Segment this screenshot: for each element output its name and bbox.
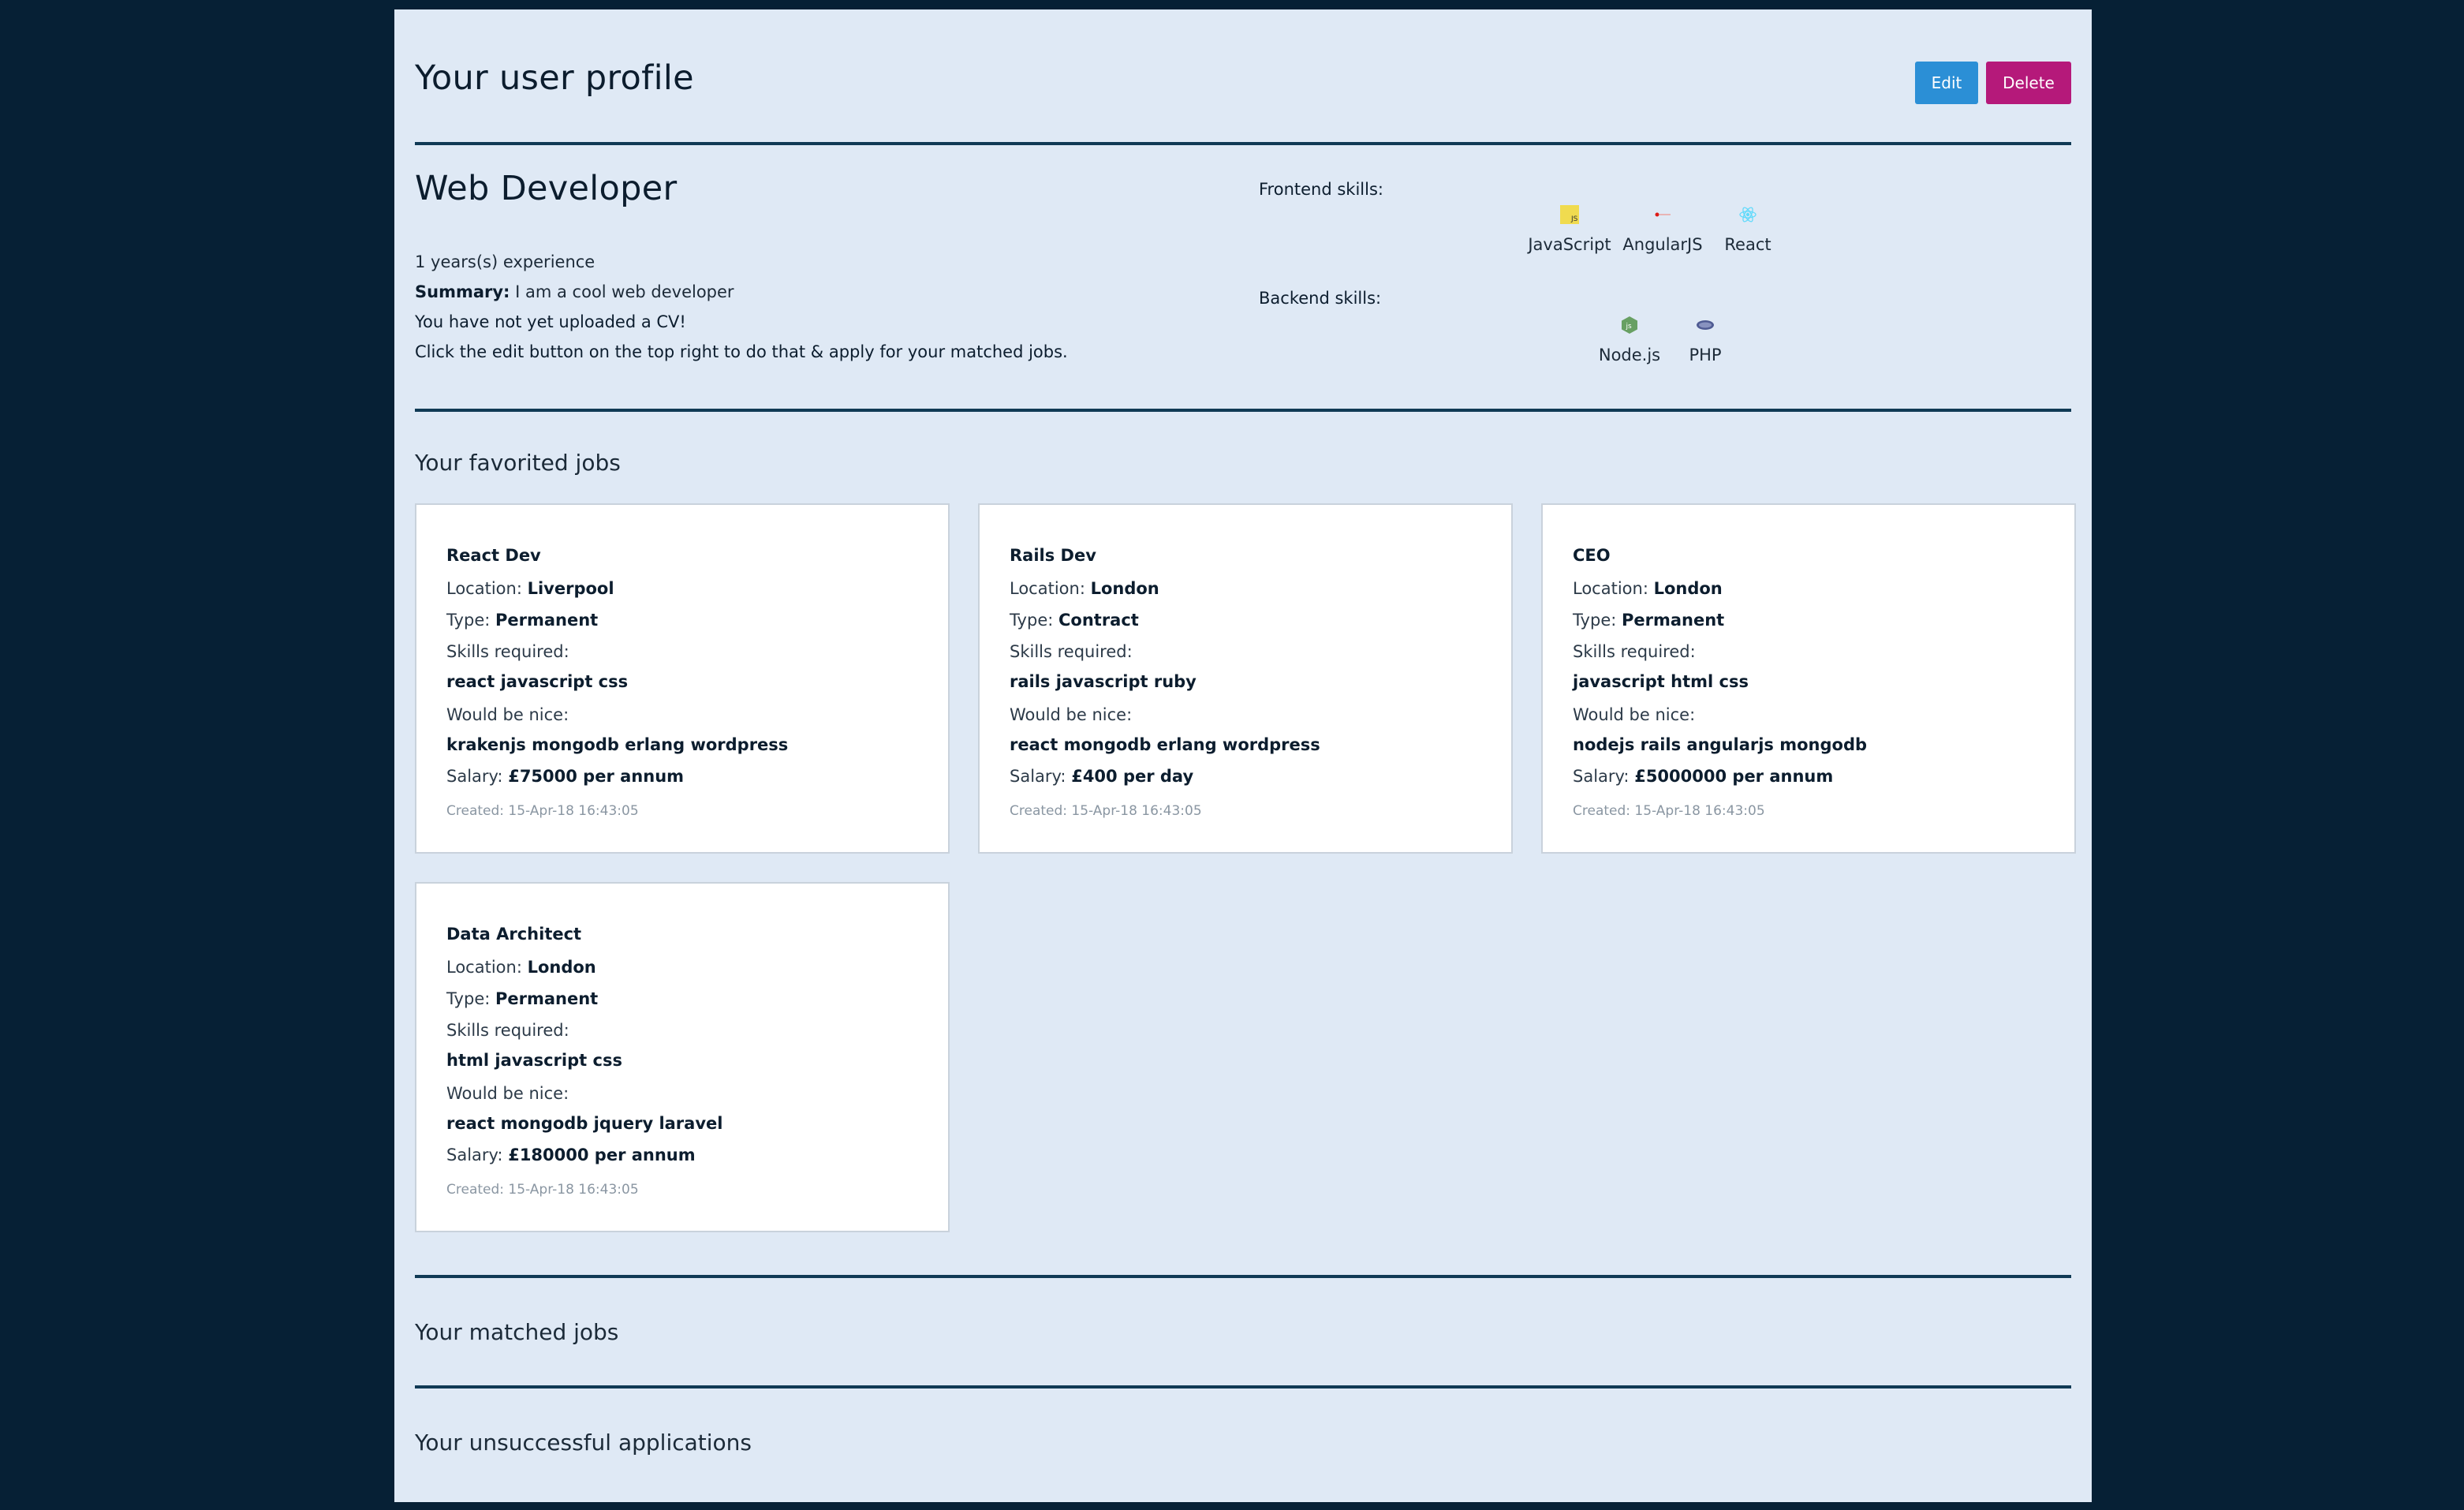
job-title[interactable]: Data Architect: [446, 925, 581, 944]
job-card-react-dev[interactable]: React Dev Location: Liverpool Type: Perm…: [415, 503, 950, 854]
skill-react: React: [1693, 205, 1803, 254]
type-value: Contract: [1058, 611, 1139, 630]
profile-page: Your user profile Edit Delete Web Develo…: [394, 9, 2092, 1502]
job-created: Created: 15-Apr-18 16:43:05: [1010, 803, 1202, 819]
job-created: Created: 15-Apr-18 16:43:05: [1573, 803, 1765, 819]
location-label: Location:: [446, 958, 522, 977]
skill-label: React: [1724, 235, 1771, 254]
type-label: Type:: [1573, 611, 1617, 630]
favorited-divider: [415, 1275, 2071, 1278]
location-label: Location:: [1010, 579, 1085, 598]
type-value: Permanent: [1622, 611, 1725, 630]
javascript-icon: JS: [1560, 205, 1579, 224]
location-value: London: [527, 958, 596, 977]
job-salary: Salary: £5000000 per annum: [1573, 767, 1833, 786]
job-title[interactable]: React Dev: [446, 546, 541, 565]
salary-label: Salary:: [1010, 767, 1066, 786]
location-value: Liverpool: [527, 579, 614, 598]
salary-label: Salary:: [446, 767, 503, 786]
skills-required-value: react javascript css: [446, 672, 629, 691]
edit-hint: Click the edit button on the top right t…: [415, 342, 1068, 361]
react-icon: [1739, 207, 1757, 222]
would-be-nice-label: Would be nice:: [446, 705, 569, 724]
job-salary: Salary: £400 per day: [1010, 767, 1193, 786]
job-salary: Salary: £75000 per annum: [446, 767, 684, 786]
would-be-nice-label: Would be nice:: [1010, 705, 1133, 724]
location-value: London: [1653, 579, 1723, 598]
skills-required-value: html javascript css: [446, 1051, 622, 1070]
skills-required-value: rails javascript ruby: [1010, 672, 1197, 691]
location-value: London: [1090, 579, 1159, 598]
salary-value: £180000 per annum: [508, 1146, 696, 1164]
favorited-jobs-title: Your favorited jobs: [415, 450, 621, 476]
would-be-nice-value: react mongodb erlang wordpress: [1010, 735, 1320, 754]
svg-text:JS: JS: [1570, 215, 1578, 223]
skills-required-label: Skills required:: [1010, 642, 1133, 661]
job-created: Created: 15-Apr-18 16:43:05: [446, 1182, 639, 1198]
job-type: Type: Permanent: [1573, 611, 1724, 630]
frontend-skills-label: Frontend skills:: [1259, 180, 1383, 199]
type-value: Permanent: [495, 989, 599, 1008]
nodejs-icon: js: [1622, 316, 1637, 334]
type-label: Type:: [446, 611, 491, 630]
header-divider: [415, 142, 2071, 145]
job-location: Location: London: [1010, 579, 1159, 598]
type-label: Type:: [1010, 611, 1054, 630]
job-created: Created: 15-Apr-18 16:43:05: [446, 803, 639, 819]
salary-value: £400 per day: [1071, 767, 1194, 786]
job-card-ceo[interactable]: CEO Location: London Type: Permanent Ski…: [1541, 503, 2076, 854]
skills-required-label: Skills required:: [446, 642, 569, 661]
salary-value: £75000 per annum: [508, 767, 685, 786]
skill-label: PHP: [1689, 346, 1722, 364]
job-type: Type: Permanent: [446, 989, 598, 1008]
page-title: Your user profile: [415, 58, 694, 98]
unsuccessful-applications-title: Your unsuccessful applications: [415, 1430, 752, 1456]
role-title: Web Developer: [415, 169, 678, 208]
location-label: Location:: [1573, 579, 1648, 598]
svg-text:js: js: [1626, 323, 1633, 331]
job-title[interactable]: CEO: [1573, 546, 1611, 565]
job-type: Type: Contract: [1010, 611, 1139, 630]
experience-text: 1 years(s) experience: [415, 252, 595, 271]
matched-divider: [415, 1385, 2071, 1389]
would-be-nice-value: react mongodb jquery laravel: [446, 1114, 723, 1133]
matched-jobs-title: Your matched jobs: [415, 1319, 619, 1345]
would-be-nice-value: krakenjs mongodb erlang wordpress: [446, 735, 789, 754]
job-card-rails-dev[interactable]: Rails Dev Location: London Type: Contrac…: [978, 503, 1513, 854]
would-be-nice-value: nodejs rails angularjs mongodb: [1573, 735, 1868, 754]
salary-value: £5000000 per annum: [1634, 767, 1834, 786]
skill-php: PHP: [1650, 316, 1760, 364]
type-label: Type:: [446, 989, 491, 1008]
skills-required-value: javascript html css: [1573, 672, 1749, 691]
backend-skills-label: Backend skills:: [1259, 289, 1382, 308]
summary-line: Summary: I am a cool web developer: [415, 282, 734, 301]
profile-divider: [415, 409, 2071, 412]
job-type: Type: Permanent: [446, 611, 598, 630]
php-icon: [1697, 320, 1714, 330]
skills-required-label: Skills required:: [446, 1021, 569, 1040]
salary-label: Salary:: [1573, 767, 1630, 786]
type-value: Permanent: [495, 611, 599, 630]
edit-button[interactable]: Edit: [1915, 62, 1978, 104]
job-card-data-architect[interactable]: Data Architect Location: London Type: Pe…: [415, 882, 950, 1232]
would-be-nice-label: Would be nice:: [446, 1084, 569, 1103]
job-location: Location: Liverpool: [446, 579, 614, 598]
job-title[interactable]: Rails Dev: [1010, 546, 1096, 565]
angularjs-icon: [1655, 212, 1671, 217]
job-location: Location: London: [446, 958, 596, 977]
cv-notice: You have not yet uploaded a CV!: [415, 312, 686, 331]
summary-label: Summary:: [415, 282, 510, 301]
job-salary: Salary: £180000 per annum: [446, 1146, 696, 1164]
skills-required-label: Skills required:: [1573, 642, 1696, 661]
would-be-nice-label: Would be nice:: [1573, 705, 1696, 724]
job-location: Location: London: [1573, 579, 1723, 598]
salary-label: Salary:: [446, 1146, 503, 1164]
location-label: Location:: [446, 579, 522, 598]
summary-value: I am a cool web developer: [515, 282, 734, 301]
delete-button[interactable]: Delete: [1986, 62, 2071, 104]
